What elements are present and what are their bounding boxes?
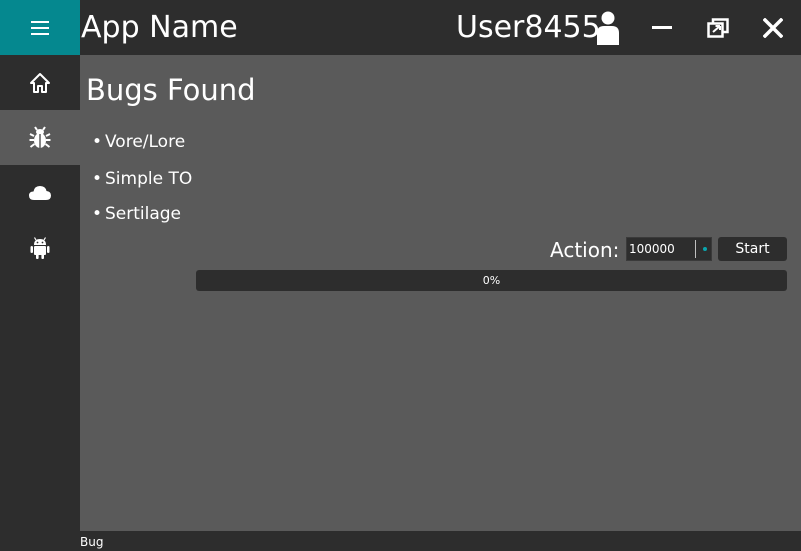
action-number-field <box>626 237 712 261</box>
sidebar-item-home[interactable] <box>0 55 80 110</box>
user-icon <box>597 11 619 45</box>
bug-item-label: Sertilage <box>105 204 182 224</box>
spinner-dot-icon <box>703 247 707 251</box>
spinner-button[interactable] <box>699 238 711 260</box>
app-window: App Name User8455 Bugs Found • Vore/Lore… <box>0 0 801 551</box>
list-item: • Simple TO <box>92 169 193 189</box>
user-profile-button[interactable] <box>590 0 626 55</box>
sidebar-item-cloud[interactable] <box>0 165 80 220</box>
status-bar: Bug <box>80 531 801 551</box>
minimize-icon <box>652 25 672 29</box>
bug-item-label: Vore/Lore <box>105 132 186 152</box>
action-input[interactable] <box>627 238 695 260</box>
restore-icon <box>707 17 729 38</box>
page-title: Bugs Found <box>86 73 256 107</box>
sidebar <box>0 55 80 551</box>
progress-label: 0% <box>482 274 501 287</box>
title-bar: App Name User8455 <box>0 0 801 55</box>
username-label: User8455 <box>456 10 601 45</box>
list-item: • Sertilage <box>92 204 182 224</box>
hamburger-menu-icon <box>31 20 49 35</box>
minimize-button[interactable] <box>642 0 682 55</box>
close-button[interactable] <box>752 0 794 55</box>
start-button[interactable]: Start <box>718 237 787 261</box>
home-icon <box>30 72 50 93</box>
action-label: Action: <box>550 238 620 262</box>
app-title: App Name <box>81 10 238 45</box>
sidebar-item-android[interactable] <box>0 220 80 275</box>
list-item: • Vore/Lore <box>92 132 186 152</box>
android-icon <box>30 236 50 259</box>
bug-icon <box>29 125 51 148</box>
restore-button[interactable] <box>698 0 738 55</box>
progress-bar: 0% <box>196 270 787 291</box>
sidebar-item-bug[interactable] <box>0 110 80 165</box>
hamburger-menu-button[interactable] <box>0 0 80 55</box>
field-divider <box>695 240 696 258</box>
status-text: Bug <box>80 535 104 549</box>
bug-item-label: Simple TO <box>105 169 193 189</box>
close-icon <box>763 17 783 38</box>
cloud-icon <box>29 185 51 200</box>
